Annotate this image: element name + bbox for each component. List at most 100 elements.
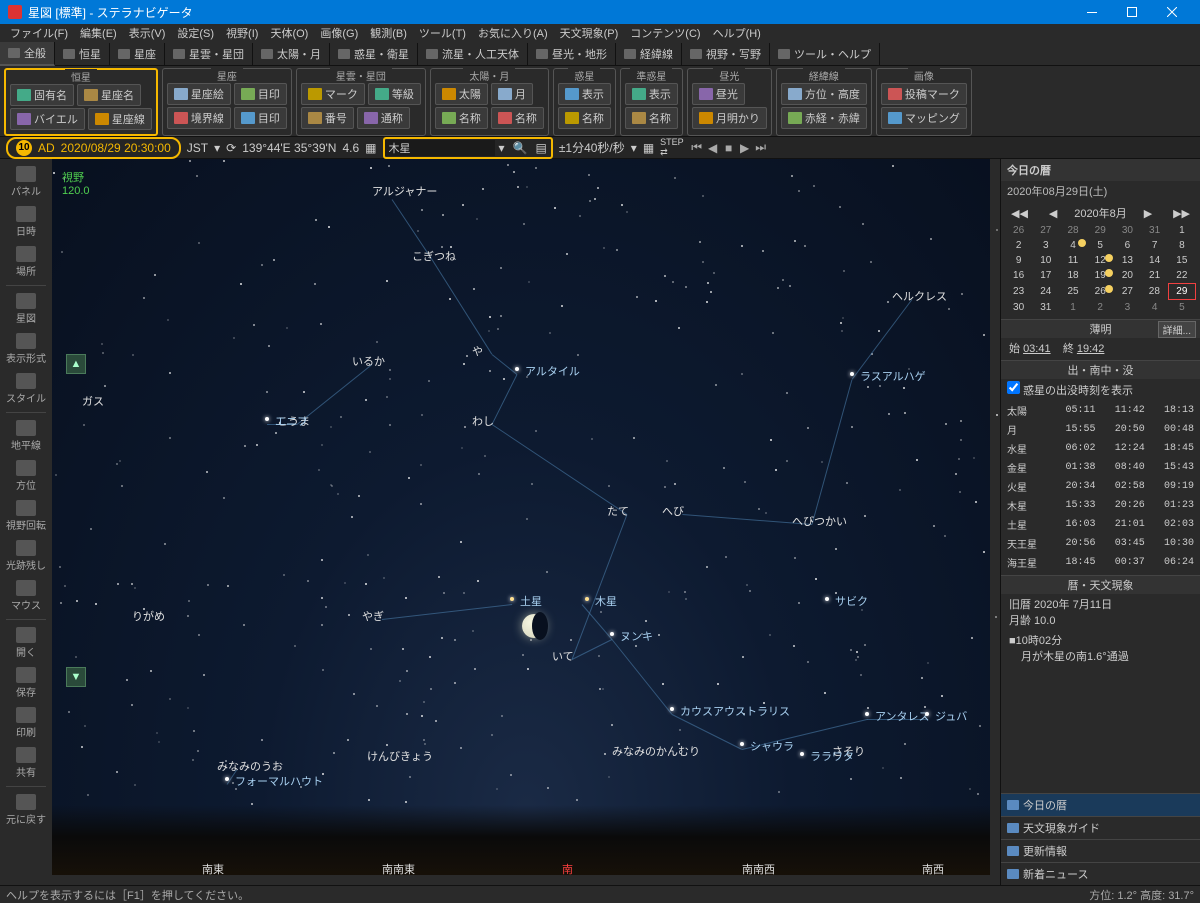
- calendar-day[interactable]: 28: [1141, 284, 1168, 300]
- menu-item[interactable]: ファイル(F): [4, 25, 74, 41]
- sidebar-item[interactable]: 場所: [4, 243, 48, 281]
- menu-item[interactable]: 視野(I): [220, 25, 264, 41]
- sidebar-item[interactable]: 視野回転: [4, 497, 48, 535]
- calendar-day[interactable]: 30: [1114, 223, 1141, 238]
- cal-prev-month[interactable]: ◀: [1045, 207, 1061, 220]
- calendar-day[interactable]: 27: [1032, 223, 1059, 238]
- ribbon-tab[interactable]: 星座: [110, 43, 165, 65]
- ribbon-button[interactable]: 星座絵: [167, 83, 231, 105]
- sidebar-item[interactable]: 開く: [4, 624, 48, 662]
- sidebar-item[interactable]: 光跡残し: [4, 537, 48, 575]
- menu-item[interactable]: 表示(V): [123, 25, 172, 41]
- calendar-day[interactable]: 27: [1114, 284, 1141, 300]
- ribbon-tab[interactable]: 経緯線: [616, 43, 682, 65]
- cal-next-month[interactable]: ▶: [1140, 207, 1156, 220]
- sync-icon[interactable]: ⟳: [226, 141, 236, 155]
- menu-item[interactable]: ヘルプ(H): [707, 25, 767, 41]
- calendar-day[interactable]: 26: [1005, 223, 1032, 238]
- skip-end-icon[interactable]: ⏭: [754, 141, 768, 155]
- mag-value[interactable]: 4.6: [342, 141, 359, 155]
- play-forward-icon[interactable]: ▶: [738, 141, 752, 155]
- sidebar-item[interactable]: パネル: [4, 163, 48, 201]
- ribbon-button[interactable]: 投稿マーク: [881, 83, 967, 105]
- calendar-day[interactable]: 12: [1087, 253, 1114, 268]
- calendar-day[interactable]: 5: [1087, 238, 1114, 253]
- ribbon-button[interactable]: 月明かり: [692, 107, 767, 129]
- sidebar-item[interactable]: スタイル: [4, 370, 48, 408]
- calendar-day[interactable]: 26: [1087, 284, 1114, 300]
- calendar-day[interactable]: 31: [1032, 300, 1059, 316]
- ribbon-tab[interactable]: 昼光・地形: [528, 43, 616, 65]
- sidebar-item[interactable]: 星図: [4, 290, 48, 328]
- menu-item[interactable]: コンテンツ(C): [624, 25, 706, 41]
- calendar-day[interactable]: 1: [1059, 300, 1086, 316]
- menu-item[interactable]: 観測(B): [364, 25, 413, 41]
- nav-up-button[interactable]: ▲: [66, 354, 86, 374]
- step-label[interactable]: ±1分40秒/秒: [559, 139, 625, 156]
- ribbon-tab[interactable]: ツール・ヘルプ: [770, 43, 880, 65]
- menu-item[interactable]: お気に入り(A): [472, 25, 554, 41]
- nav-down-button[interactable]: ▼: [66, 667, 86, 687]
- ribbon-button[interactable]: 名称: [491, 107, 544, 129]
- menu-item[interactable]: 編集(E): [74, 25, 123, 41]
- close-button[interactable]: [1152, 0, 1192, 24]
- ribbon-button[interactable]: 昼光: [692, 83, 745, 105]
- calendar-day[interactable]: 5: [1168, 300, 1195, 316]
- calendar-day[interactable]: 25: [1059, 284, 1086, 300]
- calendar-day[interactable]: 4: [1059, 238, 1086, 253]
- ribbon-tab[interactable]: 惑星・衛星: [330, 43, 418, 65]
- ribbon-button[interactable]: 固有名: [10, 84, 74, 106]
- ribbon-button[interactable]: 境界線: [167, 107, 231, 129]
- calendar-day[interactable]: 29: [1168, 284, 1195, 300]
- calendar-day[interactable]: 4: [1141, 300, 1168, 316]
- ribbon-button[interactable]: 星座線: [88, 108, 152, 130]
- calendar-day[interactable]: 11: [1059, 253, 1086, 268]
- search-icon[interactable]: 🔍: [509, 139, 532, 157]
- sidebar-item[interactable]: 保存: [4, 664, 48, 702]
- calendar-day[interactable]: 23: [1005, 284, 1032, 300]
- calendar-grid[interactable]: 2627282930311234567891011121314151617181…: [1005, 223, 1196, 315]
- menu-item[interactable]: 天体(O): [264, 25, 314, 41]
- ribbon-button[interactable]: 月: [491, 83, 533, 105]
- sidebar-item[interactable]: 地平線: [4, 417, 48, 455]
- tz-label[interactable]: JST: [187, 141, 208, 155]
- ribbon-button[interactable]: 星座名: [77, 84, 141, 106]
- minimize-button[interactable]: [1072, 0, 1112, 24]
- calendar-day[interactable]: 10: [1032, 253, 1059, 268]
- ribbon-button[interactable]: 名称: [435, 107, 488, 129]
- ribbon-button[interactable]: バイエル: [10, 108, 85, 130]
- calendar-day[interactable]: 20: [1114, 268, 1141, 284]
- menu-item[interactable]: 天文現象(P): [554, 25, 625, 41]
- sidebar-item[interactable]: 日時: [4, 203, 48, 241]
- ribbon-button[interactable]: マーク: [301, 83, 365, 105]
- skip-start-icon[interactable]: ⏮: [690, 141, 704, 155]
- h-scrollbar[interactable]: [52, 875, 1000, 885]
- grid-icon[interactable]: ▦: [365, 141, 376, 155]
- menu-item[interactable]: 設定(S): [171, 25, 220, 41]
- ribbon-tab[interactable]: 太陽・月: [253, 43, 330, 65]
- calendar-day[interactable]: 31: [1141, 223, 1168, 238]
- calc-icon[interactable]: ▦: [643, 141, 654, 155]
- calendar-day[interactable]: 19: [1087, 268, 1114, 284]
- calendar-day[interactable]: 21: [1141, 268, 1168, 284]
- calendar-day[interactable]: 28: [1059, 223, 1086, 238]
- calendar-day[interactable]: 17: [1032, 268, 1059, 284]
- play-back-icon[interactable]: ◀: [706, 141, 720, 155]
- ribbon-button[interactable]: 方位・高度: [781, 83, 867, 105]
- ribbon-button[interactable]: 赤経・赤緯: [781, 107, 867, 129]
- ribbon-button[interactable]: 表示: [625, 83, 678, 105]
- search-input[interactable]: [385, 140, 495, 156]
- sky-view[interactable]: 視野 120.0 ▲ ▼ アルジャナーこぎつねヘルクレスやいるかアルタイルラスア…: [52, 159, 1000, 885]
- datetime-box[interactable]: 10 AD 2020/08/29 20:30:00: [6, 137, 181, 159]
- cal-prev-year[interactable]: ◀◀: [1007, 207, 1032, 220]
- planet-checkbox[interactable]: 惑星の出没時刻を表示: [1007, 385, 1133, 397]
- sidebar-item[interactable]: 共有: [4, 744, 48, 782]
- ribbon-button[interactable]: 太陽: [435, 83, 488, 105]
- list-icon[interactable]: ▤: [531, 139, 550, 157]
- ribbon-button[interactable]: 等級: [368, 83, 421, 105]
- calendar-day[interactable]: 8: [1168, 238, 1195, 253]
- detail-button[interactable]: 詳細...: [1158, 321, 1196, 338]
- calendar-day[interactable]: 15: [1168, 253, 1195, 268]
- panel-tab[interactable]: 新着ニュース: [1001, 862, 1200, 885]
- panel-tab[interactable]: 今日の暦: [1001, 793, 1200, 816]
